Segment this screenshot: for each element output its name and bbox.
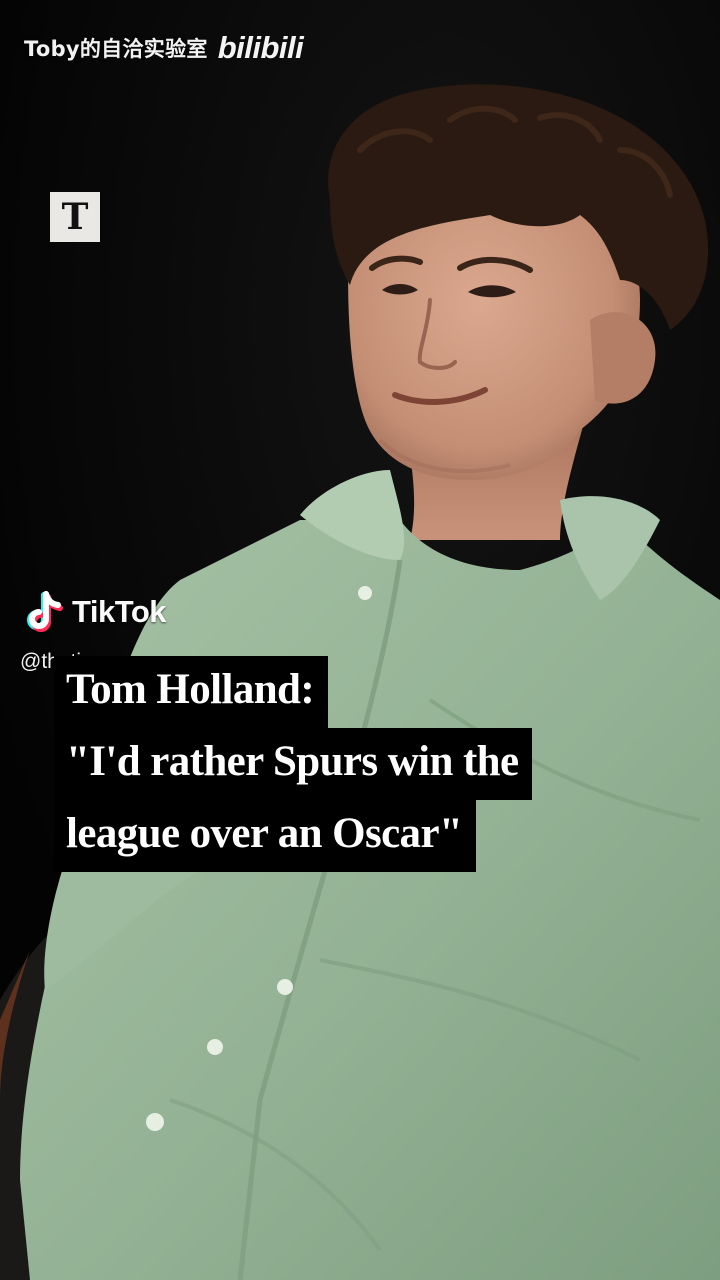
tiktok-wordmark: TikTok [72, 594, 167, 629]
caption-line-quote-1: "I'd rather Spurs win the [54, 728, 533, 800]
caption-line-quote-2: league over an Oscar" [54, 800, 477, 872]
bilibili-logo: bilibili [217, 30, 304, 65]
quote-caption: Tom Holland: "I'd rather Spurs win the l… [54, 656, 533, 872]
shirt-button [277, 979, 293, 995]
the-times-logo-icon: T [50, 192, 100, 242]
tiktok-watermark: TikTok [24, 590, 167, 634]
interview-scene [0, 0, 720, 1280]
bilibili-watermark: Toby的自洽实验室 bilibili [24, 30, 304, 66]
video-frame[interactable]: Toby的自洽实验室 bilibili T TikTok @thetimes T… [0, 0, 720, 1280]
shirt-button [207, 1039, 223, 1055]
channel-name: Toby的自洽实验室 [24, 37, 208, 61]
shirt-button [358, 586, 372, 600]
times-logo-letter: T [61, 196, 89, 238]
shirt-button [146, 1113, 164, 1131]
caption-line-speaker: Tom Holland: [54, 656, 329, 728]
tiktok-note-icon [27, 591, 63, 632]
